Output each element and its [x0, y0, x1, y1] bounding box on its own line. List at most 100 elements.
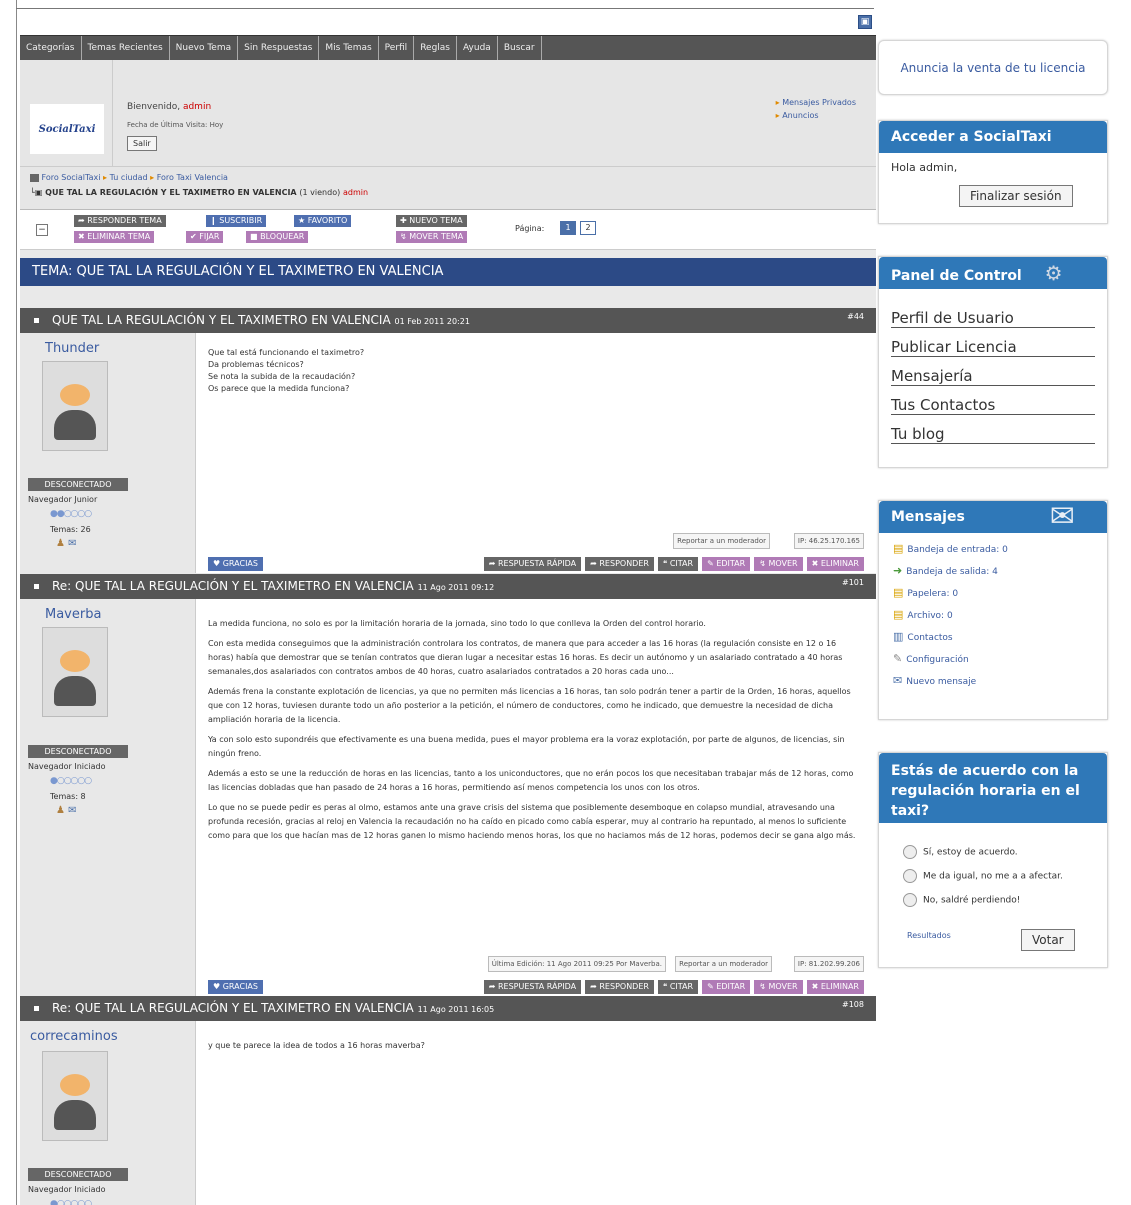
- quick-reply-button[interactable]: ➦ RESPUESTA RÁPIDA: [483, 980, 582, 994]
- outbox-link[interactable]: ➜ Bandeja de salida: 4: [893, 564, 1107, 577]
- pin-button[interactable]: ✔ FIJAR: [186, 231, 224, 243]
- new-topic-button[interactable]: ✚ NUEVO TEMA: [396, 215, 467, 227]
- user-icons: ♟ ✉: [56, 805, 77, 816]
- post-3: Re: QUE TAL LA REGULACIÓN Y EL TAXIMETRO…: [20, 996, 876, 1205]
- message-icon[interactable]: ✉: [68, 805, 76, 816]
- profile-icon[interactable]: ♟: [56, 805, 65, 816]
- welcome-user[interactable]: admin: [183, 102, 211, 112]
- thanks-button[interactable]: ♥ GRACIAS: [208, 557, 263, 571]
- poll-option-agree[interactable]: Sí, estoy de acuerdo.: [903, 845, 1107, 859]
- tab-perfil[interactable]: Perfil: [379, 36, 415, 60]
- quick-reply-button[interactable]: ➦ RESPUESTA RÁPIDA: [483, 557, 582, 571]
- message-icon[interactable]: ✉: [68, 538, 76, 549]
- move-topic-button[interactable]: ↯ MOVER TEMA: [396, 231, 468, 243]
- report-link[interactable]: Reportar a un moderador: [673, 533, 770, 549]
- breadcrumb-valencia[interactable]: Foro Taxi Valencia: [157, 173, 228, 182]
- subscribe-button[interactable]: ❙ SUSCRIBIR: [206, 215, 267, 227]
- settings-link[interactable]: ✎ Configuración: [893, 652, 1107, 665]
- reply-button[interactable]: ➦ RESPONDER: [585, 557, 654, 571]
- post-content: y que te parece la idea de todos a 16 ho…: [196, 1021, 876, 1205]
- username[interactable]: Thunder: [45, 341, 99, 356]
- logo[interactable]: SocialTaxi: [30, 104, 104, 154]
- contacts-link[interactable]: Tus Contactos: [891, 396, 1095, 415]
- post-line: Os parece que la medida funciona?: [208, 384, 350, 393]
- logout-button[interactable]: Salir: [127, 136, 157, 151]
- thanks-button[interactable]: ♥ GRACIAS: [208, 980, 263, 994]
- forum-icon: [30, 173, 39, 182]
- profile-link[interactable]: Perfil de Usuario: [891, 309, 1095, 328]
- rank-dots: ●○○○○○: [50, 776, 92, 786]
- contacts-msg-link[interactable]: ▥ Contactos: [893, 630, 1107, 643]
- control-panel: Panel de Control ⚙ Perfil de Usuario Pub…: [878, 256, 1108, 468]
- expand-icon[interactable]: ▣: [858, 15, 872, 29]
- new-message-icon: ✉: [893, 674, 903, 687]
- reply-button[interactable]: ➦ RESPONDER: [585, 980, 654, 994]
- poll-question: Estás de acuerdo con la regulación horar…: [879, 753, 1107, 823]
- avatar[interactable]: [42, 361, 108, 451]
- profile-icon[interactable]: ♟: [56, 538, 65, 549]
- poll-option-indifferent[interactable]: Me da igual, no me a a afectar.: [903, 869, 1107, 883]
- post-header: Re: QUE TAL LA REGULACIÓN Y EL TAXIMETRO…: [20, 996, 876, 1021]
- post-number[interactable]: #44: [847, 304, 864, 329]
- tab-buscar[interactable]: Buscar: [498, 36, 542, 60]
- report-link[interactable]: Reportar a un moderador: [675, 956, 772, 972]
- topic-icon: └▣: [30, 188, 43, 197]
- topic-title: TEMA: QUE TAL LA REGULACIÓN Y EL TAXIMET…: [20, 258, 876, 286]
- page-2[interactable]: 2: [580, 221, 596, 235]
- quote-button[interactable]: ❝ CITAR: [657, 980, 699, 994]
- blog-link[interactable]: Tu blog: [891, 425, 1095, 444]
- tab-reglas[interactable]: Reglas: [414, 36, 457, 60]
- delete-topic-button[interactable]: ✖ ELIMINAR TEMA: [74, 231, 155, 243]
- post-number[interactable]: #108: [842, 992, 864, 1017]
- post-number[interactable]: #101: [842, 570, 864, 595]
- page-border: [16, 0, 17, 1205]
- move-button[interactable]: ↯ MOVER: [754, 557, 803, 571]
- username[interactable]: Maverba: [45, 607, 101, 622]
- user-rank: Navegador Iniciado: [28, 762, 106, 771]
- delete-button[interactable]: ✖ ELIMINAR: [806, 557, 864, 571]
- inbox-link[interactable]: ▤ Bandeja de entrada: 0: [893, 542, 1107, 555]
- topic-count: Temas: 8: [50, 792, 86, 801]
- avatar[interactable]: [42, 627, 108, 717]
- sell-license-link[interactable]: Anuncia la venta de tu licencia: [900, 61, 1085, 75]
- new-message-link[interactable]: ✉ Nuevo mensaje: [893, 674, 1107, 687]
- page-1[interactable]: 1: [560, 221, 576, 235]
- tab-ayuda[interactable]: Ayuda: [457, 36, 498, 60]
- top-bar: ▣: [20, 10, 876, 35]
- end-session-button[interactable]: Finalizar sesión: [959, 185, 1073, 207]
- messaging-link[interactable]: Mensajería: [891, 367, 1095, 386]
- announcements-link[interactable]: Anuncios: [776, 109, 856, 122]
- tab-mis-temas[interactable]: Mis Temas: [319, 36, 379, 60]
- vote-button[interactable]: Votar: [1021, 929, 1075, 951]
- tab-categorias[interactable]: Categorías: [20, 36, 82, 60]
- poll-option-disagree[interactable]: No, saldré perdiendo!: [903, 893, 1107, 907]
- quote-button[interactable]: ❝ CITAR: [657, 557, 699, 571]
- status-badge: DESCONECTADO: [28, 1168, 128, 1181]
- collapse-icon[interactable]: −: [36, 224, 48, 236]
- tab-sin-respuestas[interactable]: Sin Respuestas: [238, 36, 320, 60]
- private-messages-link[interactable]: Mensajes Privados: [776, 96, 856, 109]
- user-rank: Navegador Junior: [28, 495, 98, 504]
- publish-license-link[interactable]: Publicar Licencia: [891, 338, 1095, 357]
- edit-button[interactable]: ✎ EDITAR: [702, 980, 751, 994]
- breadcrumb-city[interactable]: Tu ciudad: [110, 173, 148, 182]
- radio-button[interactable]: [903, 869, 917, 883]
- lock-button[interactable]: ■ BLOQUEAR: [246, 231, 309, 243]
- avatar[interactable]: [42, 1051, 108, 1141]
- reply-topic-button[interactable]: ➦ RESPONDER TEMA: [74, 215, 166, 227]
- breadcrumb-forum[interactable]: Foro SocialTaxi: [42, 173, 101, 182]
- sell-license-ad[interactable]: Anuncia la venta de tu licencia: [878, 40, 1108, 95]
- edit-button[interactable]: ✎ EDITAR: [702, 557, 751, 571]
- move-button[interactable]: ↯ MOVER: [754, 980, 803, 994]
- archive-link[interactable]: ▤ Archivo: 0: [893, 608, 1107, 621]
- favorite-button[interactable]: ★ FAVORITO: [294, 215, 352, 227]
- poll-results-link[interactable]: Resultados: [907, 931, 951, 940]
- tab-temas-recientes[interactable]: Temas Recientes: [82, 36, 170, 60]
- trash-link[interactable]: ▤ Papelera: 0: [893, 586, 1107, 599]
- radio-button[interactable]: [903, 845, 917, 859]
- tab-nuevo-tema[interactable]: Nuevo Tema: [170, 36, 239, 60]
- viewer-name[interactable]: admin: [343, 188, 368, 197]
- post-content: Que tal está funcionando el taximetro? D…: [196, 333, 876, 573]
- radio-button[interactable]: [903, 893, 917, 907]
- username[interactable]: correcaminos: [30, 1029, 118, 1044]
